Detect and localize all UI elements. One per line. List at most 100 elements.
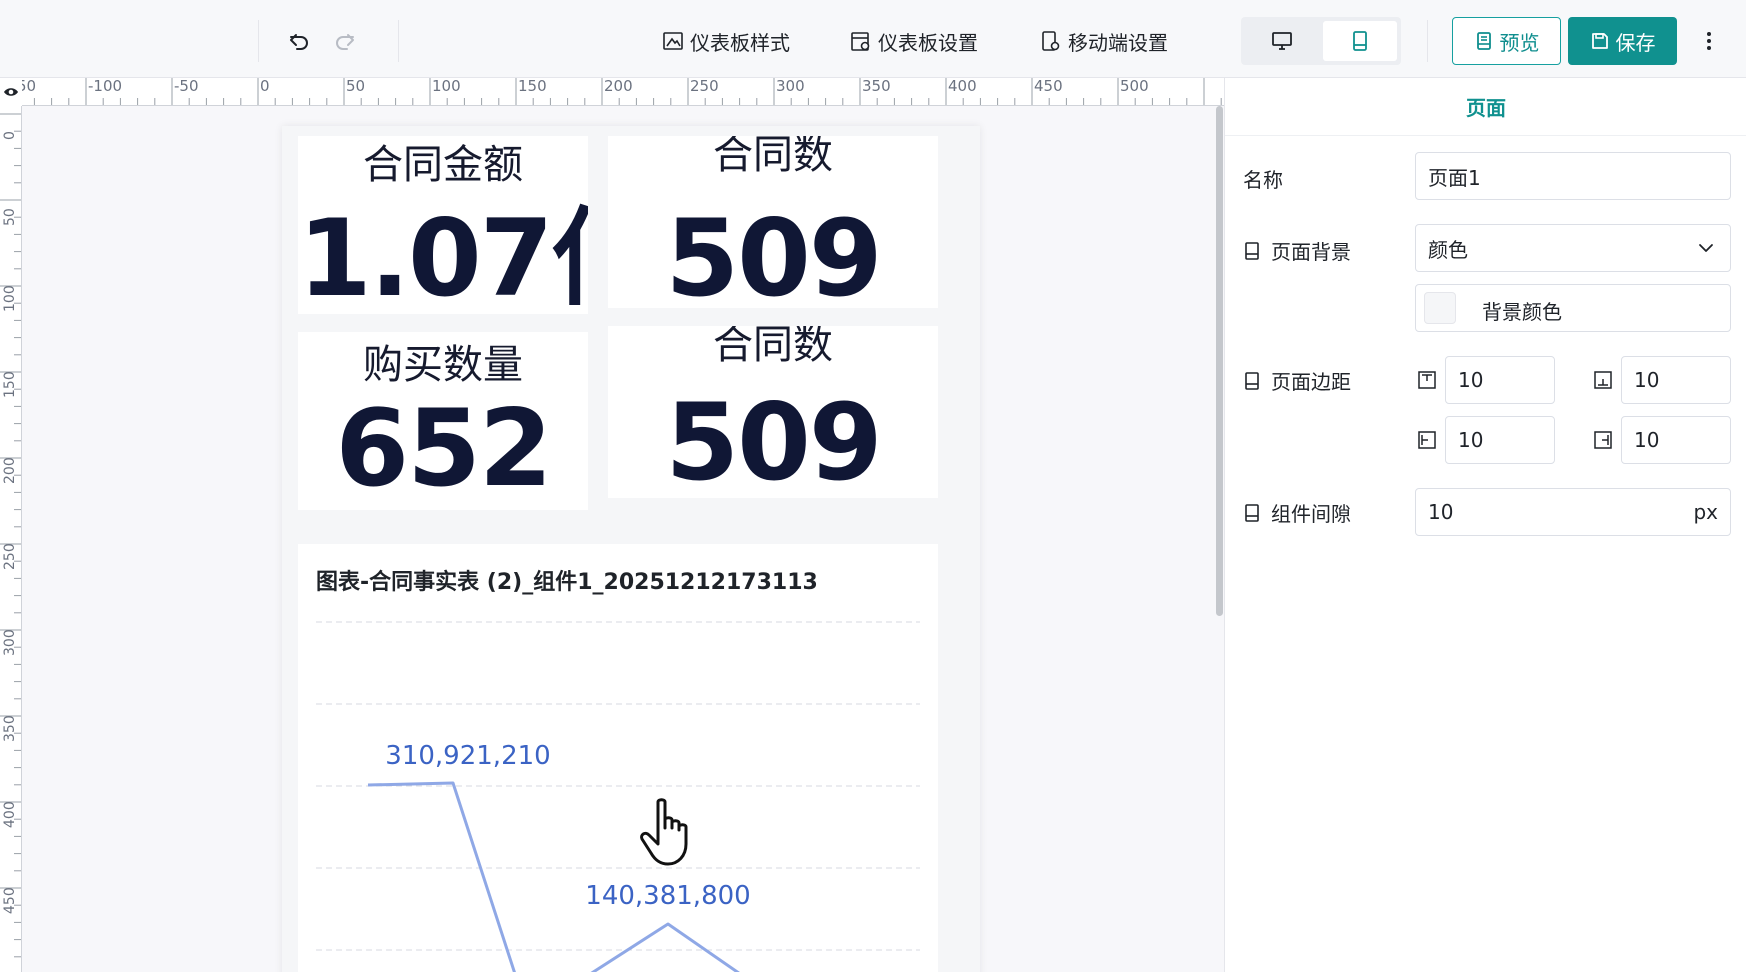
preview-button[interactable]: 预览 — [1452, 17, 1561, 65]
name-label: 名称 — [1243, 164, 1283, 193]
property-panel: 页面 名称 页面1 页面背景 颜色 背景颜色 页面边距 10 10 10 10 … — [1224, 78, 1746, 972]
ruler-tick-label: 200 — [604, 78, 633, 95]
ruler-tick-label: 200 — [2, 457, 18, 484]
kpi-title: 合同金额 — [363, 142, 523, 188]
dashboard-settings-button[interactable]: 仪表板设置 — [850, 22, 978, 60]
kpi-value: 509 — [665, 197, 882, 309]
page-name-input[interactable]: 页面1 — [1415, 152, 1731, 200]
eye-icon — [4, 88, 18, 96]
kpi-card[interactable]: 合同金额 1.07亿 — [298, 136, 588, 314]
vertical-ruler-ticks — [0, 113, 21, 958]
mobile-icon — [1245, 371, 1259, 390]
mobile-icon — [1245, 503, 1259, 522]
chart-data-label: 140,381,800 — [585, 881, 750, 911]
canvas-scrollbar[interactable] — [1216, 106, 1223, 616]
margin-top-input[interactable]: 10 — [1445, 356, 1555, 404]
device-toggle — [1241, 17, 1401, 65]
ruler-tick-label: 450 — [2, 887, 18, 914]
margin-left-value: 10 — [1458, 428, 1484, 452]
undo-icon — [290, 34, 308, 50]
ruler-tick-label: 150 — [518, 78, 547, 95]
chart-data-label: 310,921,210 — [385, 741, 550, 771]
kpi-title: 合同数 — [713, 326, 833, 368]
mobile-icon — [1353, 31, 1367, 51]
ruler-tick-label: 350 — [2, 715, 18, 742]
undo-button[interactable] — [280, 22, 318, 60]
ruler-tick-label: 100 — [432, 78, 461, 95]
ruler-tick-label: 100 — [2, 285, 18, 312]
ruler-tick-label: 50 — [2, 208, 18, 226]
design-canvas[interactable]: 合同金额 1.07亿 合同数 509 购买数量 652 合同数 509 310,… — [22, 106, 1224, 972]
ruler-tick-label: 350 — [862, 78, 891, 95]
toolbar-divider — [258, 20, 259, 62]
mobile-gear-icon — [1042, 31, 1060, 51]
color-swatch[interactable] — [1424, 292, 1456, 324]
chart-title: 图表-合同事实表 (2)_组件1_20251212173113 — [316, 570, 818, 595]
dashboard-settings-label: 仪表板设置 — [878, 30, 978, 55]
preview-label: 预览 — [1499, 30, 1540, 55]
line-chart-card[interactable]: 310,921,210 140,381,800 图表-合同事实表 (2)_组件1_… — [298, 544, 938, 972]
kpi-title: 合同数 — [713, 136, 833, 178]
ruler-visibility-toggle[interactable] — [0, 78, 22, 106]
kpi-value: 1.07亿 — [298, 197, 588, 314]
padding-left-icon — [1415, 428, 1439, 452]
margin-left-input[interactable]: 10 — [1445, 416, 1555, 464]
desktop-view-button[interactable] — [1245, 21, 1319, 61]
margin-bottom-value: 10 — [1634, 368, 1660, 392]
background-color-label: 背景颜色 — [1482, 300, 1562, 324]
chevron-down-icon — [1699, 244, 1713, 252]
margin-right-input[interactable]: 10 — [1621, 416, 1731, 464]
mobile-icon — [1245, 241, 1259, 260]
top-toolbar: 仪表板样式 仪表板设置 移动端设置 预览 保存 — [0, 0, 1746, 78]
desktop-icon — [1272, 32, 1292, 50]
ruler-tick-label: 250 — [2, 543, 18, 570]
margin-bottom-input[interactable]: 10 — [1621, 356, 1731, 404]
toolbar-divider — [1427, 20, 1428, 62]
background-label: 页面背景 — [1243, 236, 1351, 265]
redo-button[interactable] — [326, 22, 364, 60]
ruler-tick-label: 50 — [346, 78, 366, 95]
kpi-value: 652 — [335, 387, 552, 510]
settings-doc-icon — [851, 32, 870, 51]
ruler-tick-label: -50 — [174, 78, 199, 95]
horizontal-ruler: -150 -100 -50 0 50 100 150 200 250 300 350 400 450 50… — [22, 78, 1224, 106]
margin-right-value: 10 — [1634, 428, 1660, 452]
save-label: 保存 — [1615, 30, 1656, 55]
line-chart: 310,921,210 140,381,800 — [316, 621, 920, 972]
margin-top-value: 10 — [1458, 368, 1484, 392]
save-button[interactable]: 保存 — [1568, 17, 1677, 65]
mobile-page[interactable]: 合同金额 1.07亿 合同数 509 购买数量 652 合同数 509 310,… — [282, 126, 980, 972]
padding-right-icon — [1591, 428, 1615, 452]
dashboard-style-button[interactable]: 仪表板样式 — [662, 22, 790, 60]
more-options-button[interactable] — [1694, 22, 1724, 60]
ruler-tick-label: 250 — [690, 78, 719, 95]
palette-icon — [663, 32, 683, 50]
background-label-text: 页面背景 — [1271, 240, 1351, 264]
component-gap-input[interactable]: 10 px — [1415, 488, 1731, 536]
hand-pointer-cursor-icon — [640, 798, 688, 866]
vertical-ruler: 0 50 100 150 200 250 300 350 400 450 — [0, 106, 22, 972]
background-color-picker[interactable]: 背景颜色 — [1415, 284, 1731, 332]
ruler-tick-label: 400 — [948, 78, 977, 95]
ruler-tick-label: -150 — [22, 78, 37, 95]
kpi-card[interactable]: 合同数 509 — [608, 136, 938, 308]
save-icon — [1591, 33, 1608, 49]
kpi-card[interactable]: 合同数 509 — [608, 326, 938, 498]
page-name-value: 页面1 — [1428, 165, 1481, 190]
dashboard-style-label: 仪表板样式 — [690, 30, 790, 55]
gap-label-text: 组件间隙 — [1271, 502, 1351, 526]
background-type-value: 颜色 — [1428, 237, 1468, 262]
padding-bottom-icon — [1591, 368, 1615, 392]
kpi-card[interactable]: 购买数量 652 — [298, 332, 588, 510]
ruler-tick-label: 150 — [2, 371, 18, 398]
ruler-tick-label: 300 — [2, 629, 18, 656]
chart-series-line — [367, 781, 740, 972]
background-type-select[interactable]: 颜色 — [1415, 224, 1731, 272]
ruler-tick-label: 0 — [260, 78, 270, 95]
kpi-title: 购买数量 — [363, 342, 523, 388]
mobile-view-button[interactable] — [1323, 21, 1397, 61]
margin-label: 页面边距 — [1243, 366, 1351, 395]
mobile-settings-button[interactable]: 移动端设置 — [1040, 22, 1168, 60]
ruler-tick-label: 300 — [776, 78, 805, 95]
mobile-preview-icon — [1476, 32, 1491, 50]
